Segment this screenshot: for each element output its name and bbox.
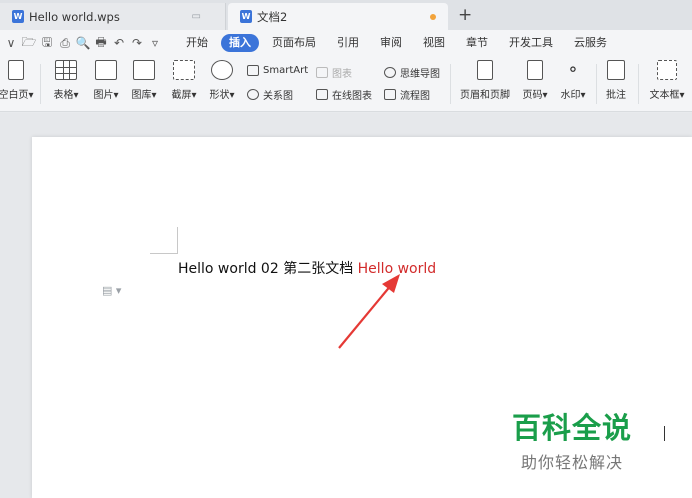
document-icon: W xyxy=(12,10,24,23)
undo-icon[interactable]: ↶ xyxy=(110,36,128,50)
menu-section[interactable]: 章节 xyxy=(458,34,496,52)
textbox-label: 文本框 xyxy=(649,90,680,101)
smartart-button[interactable]: SmartArt xyxy=(247,65,308,76)
separator xyxy=(596,64,597,104)
smartart-label: SmartArt xyxy=(263,65,309,76)
table-label: 表格 xyxy=(53,90,74,101)
pin-icon[interactable]: ▭ xyxy=(192,11,201,22)
header-footer-button[interactable]: 页眉和页脚 xyxy=(456,60,514,101)
smartart-icon xyxy=(247,65,259,76)
open-folder-icon[interactable]: 🗁 xyxy=(20,33,38,54)
menu-bar: ∨ 🗁 🖫 ⎙ 🔍 🖶 ↶ ↷ ▿ 开始 插入 页面布局 引用 审阅 视图 章节… xyxy=(0,30,692,56)
menu-cloud[interactable]: 云服务 xyxy=(566,34,615,52)
print-icon[interactable]: 🖶 xyxy=(92,33,110,54)
shape-label: 形状 xyxy=(209,90,230,101)
table-button[interactable]: 表格▾ xyxy=(48,60,84,101)
tab-label: 文档2 xyxy=(257,9,288,24)
menu-references[interactable]: 引用 xyxy=(329,34,367,52)
separator xyxy=(450,64,451,104)
menu-developer[interactable]: 开发工具 xyxy=(501,34,561,52)
header-footer-icon xyxy=(477,60,493,80)
blank-page-button[interactable]: 空白页▾ xyxy=(0,60,34,101)
header-footer-label: 页眉和页脚 xyxy=(460,90,510,101)
textbox-button[interactable]: 文本框▾ xyxy=(644,60,690,101)
mindmap-icon xyxy=(384,67,396,78)
export-icon[interactable]: ⎙ xyxy=(56,36,74,51)
screenshot-button[interactable]: 截屏▾ xyxy=(166,60,202,101)
blank-page-icon xyxy=(8,60,24,80)
quick-access-toolbar: ∨ 🗁 🖫 ⎙ 🔍 🖶 ↶ ↷ ▿ xyxy=(2,33,164,54)
tab-hello-world[interactable]: W Hello world.wps ▭ xyxy=(0,3,226,30)
ribbon-insert: 空白页▾ 表格▾ 图片▾ 图库▾ 截屏▾ 形状▾ SmartArt 图表 关系图… xyxy=(0,56,692,112)
text-cursor xyxy=(664,426,665,441)
menu-page-layout[interactable]: 页面布局 xyxy=(264,34,324,52)
image-icon xyxy=(95,60,117,80)
separator xyxy=(638,64,639,104)
relation-label: 关系图 xyxy=(263,91,293,102)
document-text: Hello world 02 第二张文档 xyxy=(178,261,358,277)
menu-view[interactable]: 视图 xyxy=(415,34,453,52)
customize-icon[interactable]: ▿ xyxy=(146,36,164,50)
menu-home[interactable]: 开始 xyxy=(178,34,216,52)
menu-insert[interactable]: 插入 xyxy=(221,34,259,52)
page-number-label: 页码 xyxy=(522,90,543,101)
redo-icon[interactable]: ↷ xyxy=(128,36,146,50)
menu-tabs: 开始 插入 页面布局 引用 审阅 视图 章节 开发工具 云服务 xyxy=(178,34,620,52)
mindmap-button[interactable]: 思维导图 xyxy=(384,65,440,80)
chart-icon xyxy=(316,67,328,78)
comment-icon xyxy=(607,60,625,80)
highlighted-text: Hello world xyxy=(357,261,437,277)
online-chart-label: 在线图表 xyxy=(332,91,372,102)
document-text-line[interactable]: Hello world 02 第二张文档 Hello world xyxy=(178,258,436,278)
margin-corner-marker xyxy=(177,227,178,254)
gallery-label: 图库 xyxy=(131,90,152,101)
comment-label: 批注 xyxy=(606,90,626,101)
online-chart-button[interactable]: 在线图表 xyxy=(316,87,372,102)
unsaved-dot-icon xyxy=(430,14,436,20)
save-icon[interactable]: 🖫 xyxy=(38,33,56,54)
print-preview-icon[interactable]: 🔍 xyxy=(74,36,92,50)
shape-icon xyxy=(211,60,233,80)
flowchart-icon xyxy=(384,89,396,100)
tab-label: Hello world.wps xyxy=(29,9,120,24)
page-number-button[interactable]: 页码▾ xyxy=(518,60,552,101)
watermark-title: 百科全说 xyxy=(512,411,633,445)
online-chart-icon xyxy=(316,89,328,100)
paragraph-layout-icon[interactable]: ▤ ▾ xyxy=(102,284,121,297)
dropdown-icon[interactable]: ∨ xyxy=(2,36,20,50)
gallery-icon xyxy=(133,60,155,80)
watermark-icon: ⚬ xyxy=(566,60,580,79)
gallery-button[interactable]: 图库▾ xyxy=(126,60,162,101)
new-tab-button[interactable]: + xyxy=(458,3,472,27)
flowchart-label: 流程图 xyxy=(400,91,430,102)
table-icon xyxy=(55,60,77,80)
comment-button[interactable]: 批注 xyxy=(601,60,631,101)
tab-bar: W Hello world.wps ▭ W 文档2 + xyxy=(0,0,692,30)
page-number-icon xyxy=(527,60,543,80)
flowchart-button[interactable]: 流程图 xyxy=(384,87,430,102)
document-icon: W xyxy=(240,10,252,23)
blank-page-label: 空白页 xyxy=(0,90,29,101)
menu-review[interactable]: 审阅 xyxy=(372,34,410,52)
watermark-button[interactable]: ⚬ 水印▾ xyxy=(556,60,590,101)
separator xyxy=(40,64,41,104)
relation-icon xyxy=(247,89,259,100)
watermark-logo: 百科全说 助你轻松解决 xyxy=(512,405,632,473)
screenshot-icon xyxy=(173,60,195,80)
chart-button[interactable]: 图表 xyxy=(316,65,352,80)
watermark-label: 水印 xyxy=(560,90,581,101)
image-button[interactable]: 图片▾ xyxy=(88,60,124,101)
textbox-icon xyxy=(657,60,677,80)
margin-corner-marker xyxy=(150,253,178,254)
watermark-subtitle: 助你轻松解决 xyxy=(521,453,624,472)
shape-button[interactable]: 形状▾ xyxy=(204,60,240,101)
image-label: 图片 xyxy=(93,90,114,101)
tab-document2[interactable]: W 文档2 xyxy=(228,3,448,30)
screenshot-label: 截屏 xyxy=(171,90,192,101)
mindmap-label: 思维导图 xyxy=(400,69,440,80)
relation-diagram-button[interactable]: 关系图 xyxy=(247,87,293,102)
chart-label: 图表 xyxy=(332,69,352,80)
